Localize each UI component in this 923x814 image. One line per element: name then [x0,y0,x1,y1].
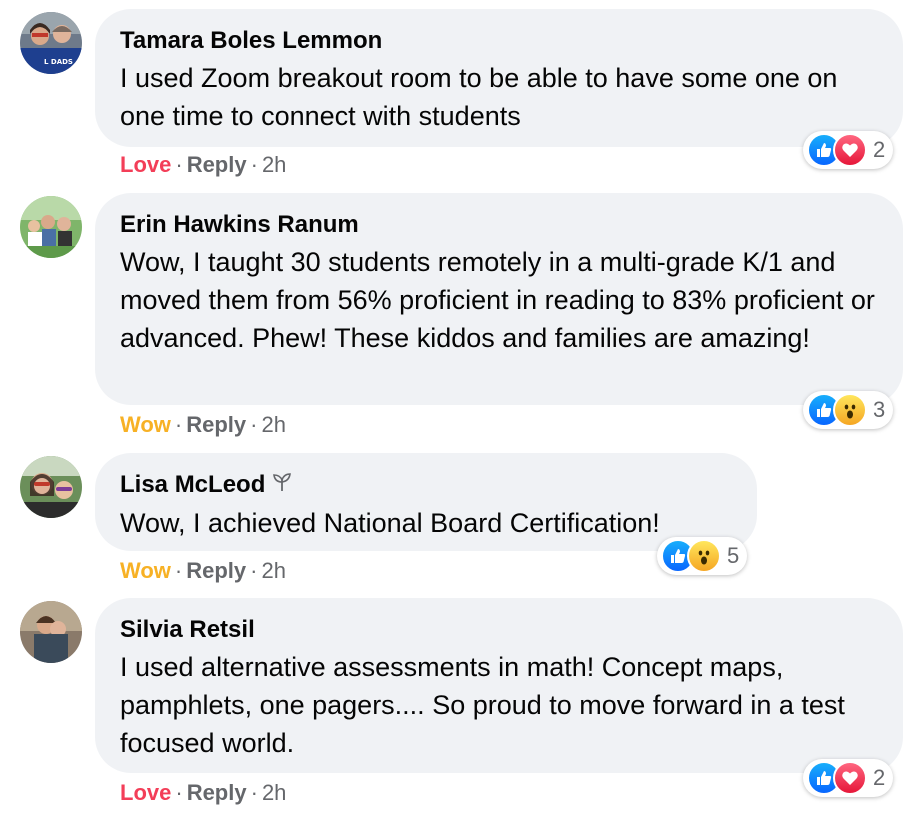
reaction-summary[interactable]: 5 [657,537,748,575]
comment-author[interactable]: Silvia Retsil [120,616,879,644]
separator: · [175,152,183,177]
avatar-photo [20,601,82,663]
reaction-count: 2 [873,137,886,162]
avatar[interactable] [20,601,82,663]
separator: · [250,412,258,437]
reply-link[interactable]: Reply [186,558,246,583]
sprout-icon [271,471,293,500]
comment-actions: Wow · Reply · 2h [120,411,286,439]
comment-bubble: Lisa McLeod Wow, I achieved National Boa… [95,453,757,551]
wow-reaction-link[interactable]: Wow [120,412,171,437]
separator: · [250,780,258,805]
wow-icon [687,539,721,573]
reply-link[interactable]: Reply [186,412,246,437]
reaction-count: 3 [873,397,886,422]
comment-text: I used Zoom breakout room to be able to … [120,63,838,131]
comment-author[interactable]: Erin Hawkins Ranum [120,211,879,239]
reply-link[interactable]: Reply [187,152,247,177]
avatar[interactable] [20,456,82,518]
comment-author[interactable]: Tamara Boles Lemmon [120,27,879,55]
comment-text: Wow, I taught 30 students remotely in a … [120,247,875,353]
separator: · [250,558,258,583]
comment-actions: Love · Reply · 2h [120,779,286,807]
timestamp[interactable]: 2h [262,780,286,805]
avatar-photo [20,456,82,518]
separator: · [250,152,258,177]
love-reaction-link[interactable]: Love [120,152,171,177]
comment-author-row: Lisa McLeod [120,471,733,500]
comment: Silvia Retsil I used alternative assessm… [0,595,923,814]
love-reaction-link[interactable]: Love [120,780,171,805]
reaction-count: 2 [873,765,886,790]
comment-text: Wow, I achieved National Board Certifica… [120,508,660,539]
comment: L DADS Tamara Boles Lemmon I used Zoom b… [0,0,923,190]
avatar-photo [20,196,82,258]
separator: · [174,558,183,583]
reply-link[interactable]: Reply [187,780,247,805]
love-icon [833,761,867,795]
reaction-count: 5 [727,543,740,568]
comment: Lisa McLeod Wow, I achieved National Boa… [0,450,923,595]
wow-icon [833,393,867,427]
timestamp[interactable]: 2h [262,152,286,177]
reaction-summary[interactable]: 2 [803,131,894,169]
avatar-photo: L DADS [20,12,82,74]
love-icon [833,133,867,167]
comment-bubble: Silvia Retsil I used alternative assessm… [95,598,903,773]
reaction-summary[interactable]: 3 [803,391,894,429]
comment: Erin Hawkins Ranum Wow, I taught 30 stud… [0,190,923,450]
comment-actions: Love · Reply · 2h [120,151,286,179]
comment-bubble: Tamara Boles Lemmon I used Zoom breakout… [95,9,903,147]
avatar[interactable] [20,196,82,258]
svg-text:L DADS: L DADS [44,58,73,66]
comment-text: I used alternative assessments in math! … [120,652,845,758]
separator: · [175,780,183,805]
avatar[interactable]: L DADS [20,12,82,74]
comment-author[interactable]: Lisa McLeod [120,471,265,498]
timestamp[interactable]: 2h [262,412,286,437]
comment-actions: Wow · Reply · 2h [120,557,286,585]
reaction-summary[interactable]: 2 [803,759,894,797]
separator: · [174,412,183,437]
timestamp[interactable]: 2h [262,558,286,583]
comment-bubble: Erin Hawkins Ranum Wow, I taught 30 stud… [95,193,903,405]
wow-reaction-link[interactable]: Wow [120,558,171,583]
